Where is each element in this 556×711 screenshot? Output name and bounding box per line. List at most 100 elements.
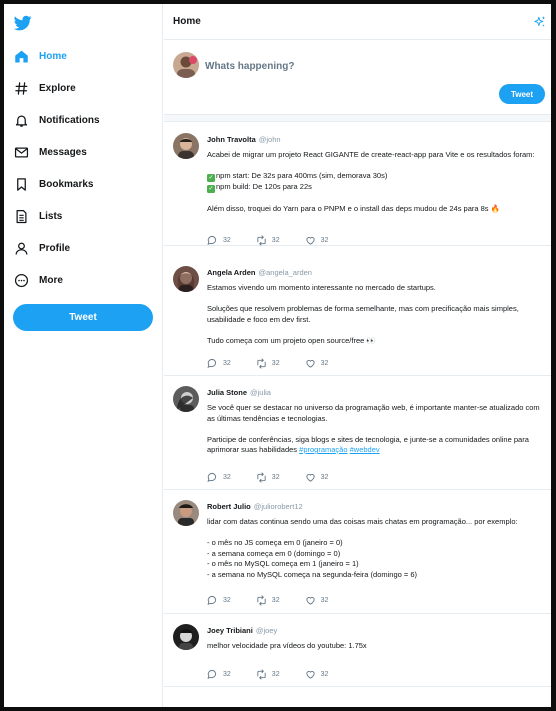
tweet-actions: 32 32 32 bbox=[207, 471, 353, 483]
tweet-author-name[interactable]: John Travolta bbox=[207, 135, 256, 144]
retweet-icon bbox=[257, 234, 266, 246]
page-header: Home bbox=[164, 4, 551, 40]
list-icon bbox=[13, 208, 29, 224]
sidebar-item-explore[interactable]: Explore bbox=[13, 77, 76, 99]
comment-icon bbox=[207, 235, 217, 245]
tweet-author-name[interactable]: Julia Stone bbox=[207, 388, 247, 397]
retweet-count: 32 bbox=[271, 473, 280, 481]
retweet-button[interactable]: 32 bbox=[256, 668, 280, 680]
retweet-count: 32 bbox=[271, 236, 280, 244]
tweet-line: Estamos vivendo um momento interessante … bbox=[207, 283, 436, 292]
like-count: 32 bbox=[320, 670, 329, 678]
tweet-composer: Tweet bbox=[164, 41, 551, 114]
comment-icon bbox=[207, 669, 217, 679]
like-count: 32 bbox=[320, 359, 329, 367]
tweet-author-name[interactable]: Joey Tribiani bbox=[207, 626, 253, 635]
tweet-line: ✓ npm build: De 120s para 22s bbox=[207, 182, 312, 193]
tweet-line: lidar com datas continua sendo uma das c… bbox=[207, 517, 518, 526]
tweet-author-handle[interactable]: @angela_arden bbox=[258, 268, 312, 277]
retweet-button[interactable]: 32 bbox=[256, 471, 280, 483]
like-count: 32 bbox=[320, 473, 329, 481]
reply-count: 32 bbox=[223, 596, 231, 604]
divider bbox=[164, 114, 551, 122]
reply-button[interactable]: 32 bbox=[207, 235, 231, 246]
reply-button[interactable]: 32 bbox=[207, 358, 231, 369]
reply-button[interactable]: 32 bbox=[207, 669, 231, 680]
reply-count: 32 bbox=[223, 670, 231, 678]
avatar bbox=[173, 133, 199, 159]
retweet-count: 32 bbox=[271, 596, 280, 604]
sidebar-item-profile[interactable]: Profile bbox=[13, 237, 70, 259]
twitter-bird-icon[interactable] bbox=[14, 14, 32, 32]
tweet-line: Participe de conferências, siga blogs e … bbox=[207, 434, 531, 455]
app-window: Home Explore Notifications Messages Book bbox=[4, 4, 551, 707]
compose-input[interactable] bbox=[205, 59, 405, 73]
like-count: 32 bbox=[320, 236, 329, 244]
tweet-header: Joey Tribiani @joey bbox=[207, 626, 277, 635]
bell-icon bbox=[13, 112, 29, 128]
tweet-author-handle[interactable]: @john bbox=[259, 135, 281, 144]
tweet-header: Julia Stone @julia bbox=[207, 388, 271, 397]
tweet-author-handle[interactable]: @julia bbox=[250, 388, 271, 397]
sidebar-item-label: Explore bbox=[39, 82, 76, 94]
hashtag-icon bbox=[13, 80, 29, 96]
sidebar-item-label: Bookmarks bbox=[39, 178, 94, 190]
like-button[interactable]: 32 bbox=[305, 472, 329, 483]
like-button[interactable]: 32 bbox=[305, 358, 329, 369]
avatar bbox=[173, 266, 199, 292]
user-icon bbox=[13, 240, 29, 256]
tweet-card[interactable]: Robert Julio @juliorobert12 lidar com dat… bbox=[164, 490, 551, 614]
sidebar-tweet-button[interactable]: Tweet bbox=[13, 304, 153, 331]
sidebar: Home Explore Notifications Messages Book bbox=[4, 4, 163, 707]
tweet-actions: 32 32 32 bbox=[207, 594, 353, 606]
tweet-author-handle[interactable]: @juliorobert12 bbox=[254, 502, 303, 511]
heart-icon bbox=[305, 236, 315, 245]
retweet-button[interactable]: 32 bbox=[256, 357, 280, 369]
sidebar-item-label: Profile bbox=[39, 242, 71, 254]
sparkle-icon[interactable] bbox=[533, 15, 547, 29]
like-button[interactable]: 32 bbox=[305, 235, 329, 246]
sidebar-item-home[interactable]: Home bbox=[13, 45, 67, 67]
tweet-line: ✓ npm start: De 32s para 400ms (sim, demo… bbox=[207, 171, 388, 182]
tweet-line: Além disso, troquei do Yarn para o PNPM … bbox=[207, 203, 500, 213]
sidebar-item-lists[interactable]: Lists bbox=[13, 205, 62, 227]
retweet-icon bbox=[257, 471, 266, 483]
sidebar-item-bookmarks[interactable]: Bookmarks bbox=[13, 173, 93, 195]
tweet-actions: 32 32 32 bbox=[207, 357, 353, 369]
tweet-card[interactable]: Julia Stone @julia Se você quer se destac… bbox=[164, 376, 551, 490]
tweet-author-handle[interactable]: @joey bbox=[256, 626, 277, 635]
sidebar-item-notifications[interactable]: Notifications bbox=[13, 109, 100, 131]
check-mark-icon: ✓ bbox=[207, 185, 215, 193]
like-button[interactable]: 32 bbox=[305, 669, 329, 680]
tweet-header: Angela Arden @angela_arden bbox=[207, 268, 312, 277]
retweet-count: 32 bbox=[271, 670, 280, 678]
tweet-line: - a semana começa em 0 (domingo = 0) bbox=[207, 548, 341, 558]
reply-count: 32 bbox=[223, 473, 231, 481]
reply-button[interactable]: 32 bbox=[207, 472, 231, 483]
more-circle-icon bbox=[13, 272, 29, 288]
tweet-line: - o mês no JS começa em 0 (janeiro = 0) bbox=[207, 538, 343, 547]
retweet-count: 32 bbox=[271, 359, 280, 367]
tweet-author-name[interactable]: Robert Julio bbox=[207, 502, 251, 511]
tweet-author-name[interactable]: Angela Arden bbox=[207, 268, 255, 277]
avatar bbox=[173, 624, 199, 650]
sidebar-item-label: Notifications bbox=[39, 114, 100, 126]
hashtag-link[interactable]: #programação bbox=[299, 445, 347, 454]
retweet-button[interactable]: 32 bbox=[256, 234, 280, 246]
tweet-card[interactable]: Angela Arden @angela_arden Estamos vivend… bbox=[164, 256, 551, 376]
tweet-line: Acabei de migrar um projeto React GIGANT… bbox=[207, 150, 535, 159]
comment-icon bbox=[207, 595, 217, 605]
compose-tweet-button[interactable]: Tweet bbox=[499, 84, 545, 104]
tweet-card[interactable]: Joey Tribiani @joey melhor velocidade pra… bbox=[164, 614, 551, 687]
retweet-button[interactable]: 32 bbox=[256, 594, 280, 606]
reply-button[interactable]: 32 bbox=[207, 595, 231, 606]
tweet-line: Se você quer se destacar no universo da … bbox=[207, 403, 542, 423]
reply-count: 32 bbox=[223, 236, 231, 244]
like-button[interactable]: 32 bbox=[305, 595, 328, 606]
heart-icon bbox=[305, 359, 315, 368]
tweet-card[interactable]: John Travolta @john Acabei de migrar um p… bbox=[164, 123, 551, 246]
retweet-icon bbox=[257, 594, 266, 606]
sidebar-item-messages[interactable]: Messages bbox=[13, 141, 87, 163]
sidebar-item-more[interactable]: More bbox=[13, 269, 63, 291]
hashtag-link[interactable]: #webdev bbox=[350, 445, 380, 454]
